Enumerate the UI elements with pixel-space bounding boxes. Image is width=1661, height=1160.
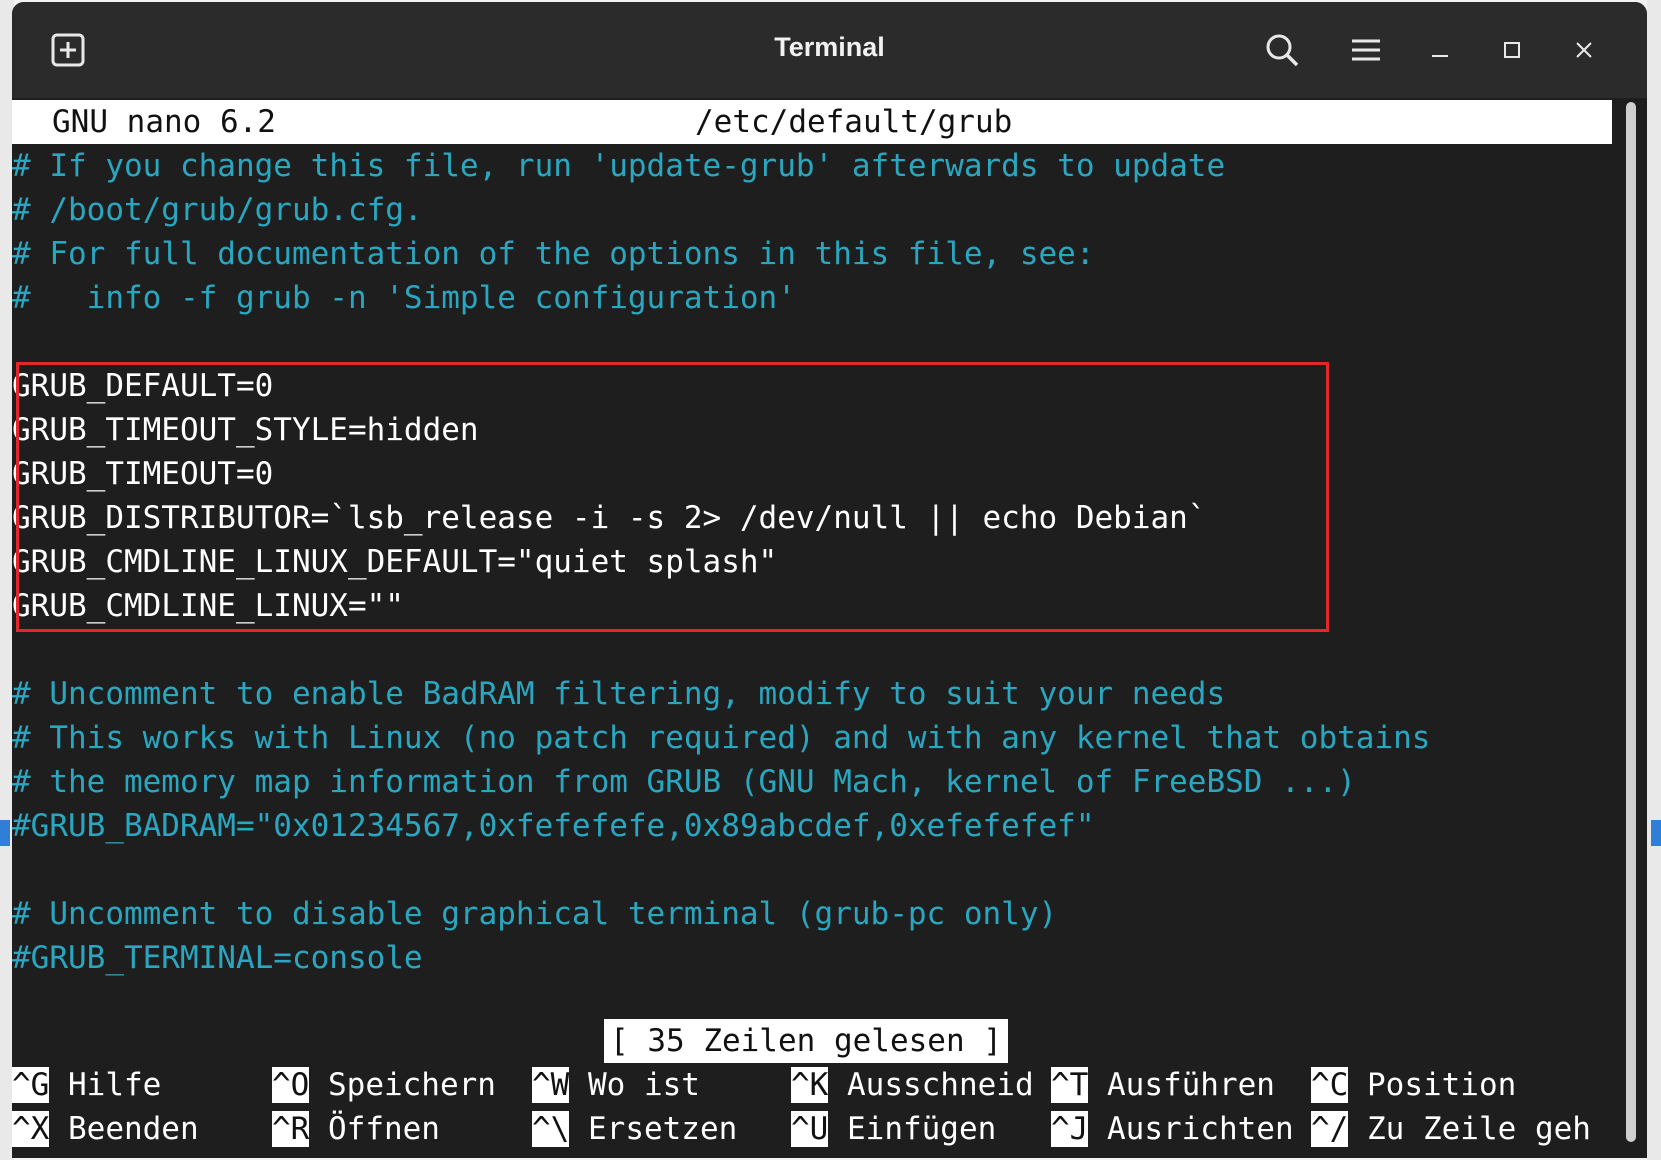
file-line: #GRUB_TERMINAL=console bbox=[12, 940, 423, 976]
shortcut-key: ^C bbox=[1311, 1067, 1349, 1103]
nano-version: GNU nano 6.2 bbox=[52, 104, 276, 140]
shortcut-item: ^W Wo ist bbox=[532, 1063, 700, 1107]
shortcut-label: Position bbox=[1348, 1067, 1517, 1103]
shortcut-label: Beenden bbox=[49, 1111, 199, 1147]
shortcut-label: Speichern bbox=[309, 1067, 496, 1103]
shortcut-item: ^G Hilfe bbox=[12, 1063, 161, 1107]
shortcut-item: ^C Position bbox=[1311, 1063, 1516, 1107]
highlight-box bbox=[16, 362, 1329, 632]
shortcut-item: ^U Einfügen bbox=[791, 1107, 996, 1151]
shortcut-item: ^X Beenden bbox=[12, 1107, 199, 1151]
shortcut-label: Wo ist bbox=[569, 1067, 700, 1103]
file-line: # For full documentation of the options … bbox=[12, 236, 1095, 272]
maximize-button[interactable] bbox=[1486, 24, 1538, 76]
background-accent bbox=[0, 820, 10, 846]
shortcut-item: ^J Ausrichten bbox=[1051, 1107, 1294, 1151]
close-icon bbox=[1576, 42, 1592, 58]
shortcut-key: ^W bbox=[532, 1067, 570, 1103]
shortcut-key: ^U bbox=[791, 1111, 829, 1147]
background-window-right bbox=[1647, 0, 1661, 1160]
file-line: # the memory map information from GRUB (… bbox=[12, 764, 1356, 800]
file-line: # This works with Linux (no patch requir… bbox=[12, 720, 1431, 756]
shortcut-key: ^J bbox=[1051, 1111, 1089, 1147]
minimize-icon bbox=[1432, 55, 1448, 57]
minimize-button[interactable] bbox=[1414, 24, 1466, 76]
shortcut-label: Einfügen bbox=[828, 1111, 997, 1147]
file-line: # Uncomment to disable graphical termina… bbox=[12, 896, 1058, 932]
nano-filename: /etc/default/grub bbox=[695, 104, 1013, 140]
menu-icon bbox=[1352, 39, 1380, 61]
file-line: # /boot/grub/grub.cfg. bbox=[12, 192, 423, 228]
shortcut-key: ^K bbox=[791, 1067, 829, 1103]
background-accent bbox=[1651, 820, 1661, 846]
shortcut-key: ^R bbox=[272, 1111, 310, 1147]
shortcut-item: ^\ Ersetzen bbox=[532, 1107, 737, 1151]
scroll-thumb[interactable] bbox=[1626, 102, 1636, 1142]
shortcut-key: ^\ bbox=[532, 1111, 570, 1147]
close-button[interactable] bbox=[1558, 24, 1610, 76]
status-message: [ 35 Zeilen gelesen ] bbox=[604, 1019, 1008, 1063]
shortcut-item: ^T Ausführen bbox=[1051, 1063, 1275, 1107]
shortcut-label: Ausführen bbox=[1088, 1067, 1275, 1103]
shortcut-label: Zu Zeile geh bbox=[1348, 1111, 1591, 1147]
shortcut-label: Hilfe bbox=[49, 1067, 162, 1103]
file-line: # If you change this file, run 'update-g… bbox=[12, 148, 1226, 184]
search-icon bbox=[1266, 34, 1299, 67]
shortcut-item: ^R Öffnen bbox=[272, 1107, 440, 1151]
window-title: Terminal bbox=[774, 32, 885, 62]
shortcut-item: ^K Ausschneid bbox=[791, 1063, 1034, 1107]
search-button[interactable] bbox=[1256, 24, 1308, 76]
file-line: # Uncomment to enable BadRAM filtering, … bbox=[12, 676, 1226, 712]
shortcut-key: ^G bbox=[12, 1067, 50, 1103]
shortcut-item: ^O Speichern bbox=[272, 1063, 496, 1107]
shortcut-label: Ausschneid bbox=[828, 1067, 1034, 1103]
shortcut-label: Öffnen bbox=[309, 1111, 440, 1147]
scrollbar[interactable] bbox=[1624, 102, 1640, 1152]
shortcut-key: ^O bbox=[272, 1067, 310, 1103]
shortcut-key: ^/ bbox=[1311, 1111, 1349, 1147]
nano-header: GNU nano 6.2 /etc/default/grub bbox=[12, 100, 1612, 144]
title-bar: Terminal bbox=[12, 2, 1647, 98]
terminal-window: Terminal GNU nano 6.2 /etc/default/grub … bbox=[12, 2, 1647, 1158]
shortcut-item: ^/ Zu Zeile geh bbox=[1311, 1107, 1591, 1151]
shortcut-label: Ausrichten bbox=[1088, 1111, 1294, 1147]
terminal-content[interactable]: GNU nano 6.2 /etc/default/grub # If you … bbox=[12, 100, 1620, 1158]
maximize-icon bbox=[1504, 42, 1520, 58]
file-line: # info -f grub -n 'Simple configuration' bbox=[12, 280, 796, 316]
shortcut-key: ^X bbox=[12, 1111, 50, 1147]
file-line: #GRUB_BADRAM="0x01234567,0xfefefefe,0x89… bbox=[12, 808, 1095, 844]
shortcut-label: Ersetzen bbox=[569, 1111, 738, 1147]
shortcut-key: ^T bbox=[1051, 1067, 1089, 1103]
menu-button[interactable] bbox=[1340, 24, 1392, 76]
